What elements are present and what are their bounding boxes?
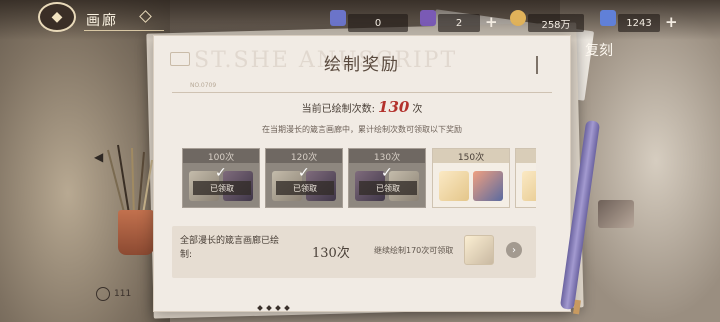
- count-label: 当前已绘制次数:: [301, 104, 376, 115]
- gallery-icon[interactable]: [96, 287, 110, 301]
- brush-pot: [118, 210, 154, 255]
- coin-icon: [510, 10, 526, 26]
- side-card-thumbnail[interactable]: [598, 200, 634, 228]
- compass-icon: ◆: [51, 9, 63, 25]
- total-draw-label: 全部漫长的箴言画廊已绘制:: [180, 236, 280, 260]
- page-dot[interactable]: [266, 305, 272, 311]
- reward-card-130[interactable]: 130次 已领取 ✓: [348, 148, 426, 208]
- reward-track[interactable]: 100次 已领取 ✓ 120次 已领取 ✓ 130次 已领取 ✓ 150次 16: [182, 148, 536, 208]
- total-draw-count: 130次: [312, 246, 350, 261]
- rerun-label[interactable]: 复刻: [585, 40, 613, 60]
- count-value: 130: [378, 98, 410, 116]
- next-arrow-icon[interactable]: ›: [506, 242, 522, 258]
- add-star-gem-button[interactable]: +: [665, 13, 678, 31]
- reward-item[interactable]: [522, 171, 536, 201]
- page-indicator: [257, 305, 290, 311]
- crystal-icon: [330, 10, 346, 26]
- gem-stack-icon: [420, 10, 436, 26]
- reward-item[interactable]: [439, 171, 469, 201]
- next-reward-item[interactable]: [464, 235, 494, 265]
- scroll-indicator[interactable]: [536, 56, 538, 74]
- resource-gem-stack: 2: [438, 14, 480, 32]
- star-gem-icon: [600, 10, 616, 26]
- milestone-label: 16: [516, 149, 536, 163]
- reward-item[interactable]: [473, 171, 503, 201]
- claimed-badge: 已领取: [276, 181, 334, 195]
- add-gem-stack-button[interactable]: +: [485, 13, 498, 31]
- page-title: 画廊: [86, 13, 118, 29]
- current-draw-count: 当前已绘制次数: 130 次: [154, 98, 570, 116]
- resource-star-gem: 1243: [618, 14, 660, 32]
- page-dot[interactable]: [257, 305, 263, 311]
- reward-card-120[interactable]: 120次 已领取 ✓: [265, 148, 343, 208]
- document-number: NO.0709: [190, 82, 217, 89]
- milestone-label: 130次: [349, 149, 425, 163]
- cumulative-reward-panel: 全部漫长的箴言画廊已绘制: 130次 继续绘制170次可领取 ›: [172, 226, 536, 278]
- count-unit: 次: [412, 104, 423, 115]
- milestone-label: 150次: [433, 149, 509, 163]
- claimed-badge: 已领取: [193, 181, 251, 195]
- title-underline: [84, 30, 164, 31]
- reward-card-100[interactable]: 100次 已领取 ✓: [182, 148, 260, 208]
- milestone-label: 120次: [266, 149, 342, 163]
- checkmark-icon: ✓: [298, 165, 310, 181]
- home-button[interactable]: ◆: [38, 2, 76, 32]
- reward-card-next[interactable]: 16: [515, 148, 536, 208]
- corner-label: 111: [114, 289, 132, 299]
- reward-hint: 在当期漫长的箴言画廊中，累计绘制次数可领取以下奖励: [262, 125, 462, 134]
- page-dot[interactable]: [275, 305, 281, 311]
- milestone-label: 100次: [183, 149, 259, 163]
- next-reward-hint: 继续绘制170次可领取: [374, 246, 454, 255]
- resource-coin: 258万: [528, 14, 584, 32]
- reward-card-150[interactable]: 150次: [432, 148, 510, 208]
- claimed-badge: 已领取: [359, 181, 417, 195]
- page-dot[interactable]: [284, 305, 290, 311]
- draw-rewards-dialog: ST.SHE ANUSCRIPT NO.0709 绘制奖励 当前已绘制次数: 13…: [153, 35, 571, 312]
- ruler-divider: [172, 92, 552, 93]
- resource-crystal: 0: [348, 14, 408, 32]
- checkmark-icon: ✓: [381, 165, 393, 181]
- dialog-title: 绘制奖励: [324, 55, 400, 75]
- checkmark-icon: ✓: [215, 165, 227, 181]
